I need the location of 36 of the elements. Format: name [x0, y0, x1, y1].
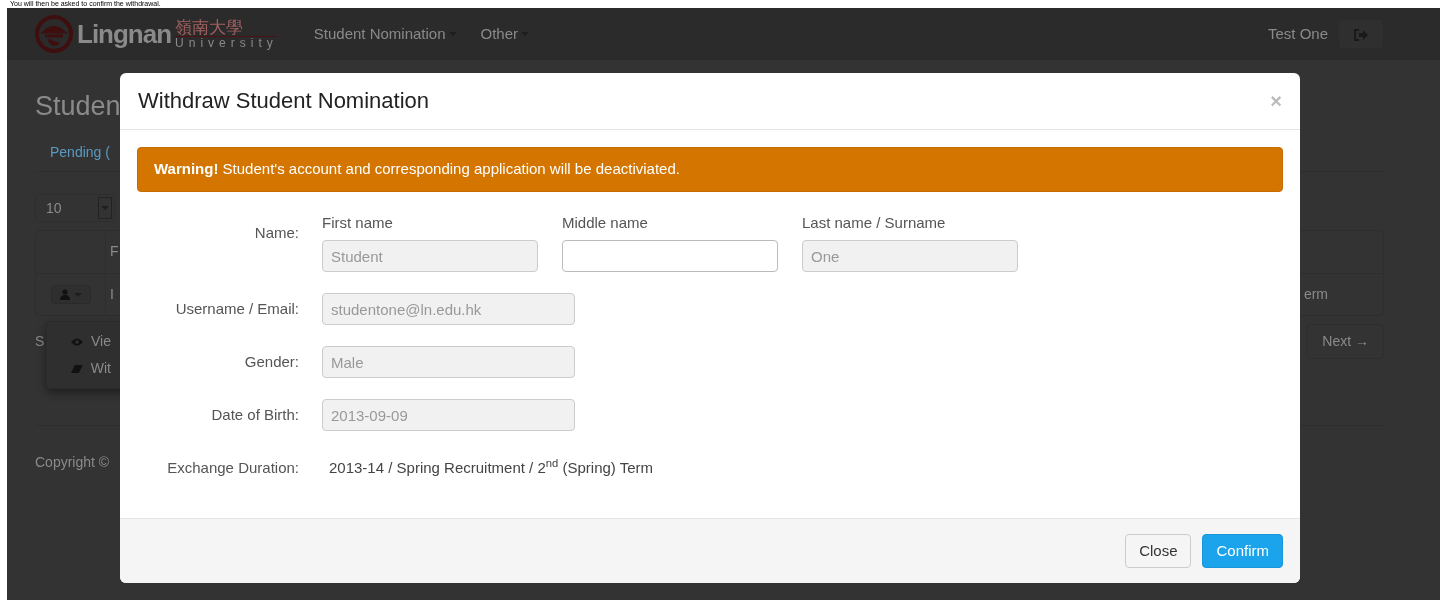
field-label: Exchange Duration: [166, 458, 300, 478]
close-button[interactable]: Close [1125, 533, 1192, 569]
user-icon [59, 289, 70, 301]
field-label: First name [322, 212, 394, 233]
brand-subtitle: University [175, 37, 278, 49]
page-heading: Studen [35, 90, 121, 123]
page-size-select[interactable]: 10 [35, 194, 115, 223]
field-label: Name: [253, 222, 300, 243]
confirm-button[interactable]: Confirm [1202, 533, 1283, 569]
eraser-icon [71, 363, 83, 374]
menu-link[interactable]: Student Nomination [301, 22, 469, 46]
eye-icon [71, 336, 83, 347]
field-label: Date of Birth: [210, 404, 300, 425]
menu-item[interactable]: Wit [47, 355, 135, 382]
input-field[interactable] [562, 240, 778, 272]
row-actions-button[interactable] [50, 285, 91, 305]
next-page-link[interactable]: Next → [1307, 324, 1384, 360]
field-label: Last name / Surname [802, 212, 947, 233]
summary-text: S [35, 332, 45, 352]
warning-alert: Warning! Student's account and corresponding application will be deactiviated. [137, 147, 1283, 192]
table-cell-text: erm [1302, 285, 1329, 305]
close-button[interactable]: × [1270, 91, 1282, 111]
table-cell-text: I [109, 285, 115, 305]
brand-chinese-name: 嶺南大學 [175, 19, 278, 37]
modal-title: Withdraw Student Nomination [138, 87, 430, 115]
user-name[interactable]: Test One [1267, 22, 1328, 46]
copyright-text: Copyright © [35, 454, 110, 471]
menu-item[interactable]: Vie [47, 328, 135, 355]
logo-icon [35, 15, 73, 53]
field-label: Username / Email: [174, 298, 300, 319]
menu-link[interactable]: Other [468, 22, 542, 46]
brand-name: Lingnan [77, 21, 172, 47]
field-label: Gender: [243, 351, 300, 372]
field-label: Middle name [562, 212, 649, 233]
column-header: F [109, 242, 120, 262]
field-value: 2013-14 / Spring Recruitment / 2$^{nd}$ (Spring) Term [328, 457, 654, 478]
